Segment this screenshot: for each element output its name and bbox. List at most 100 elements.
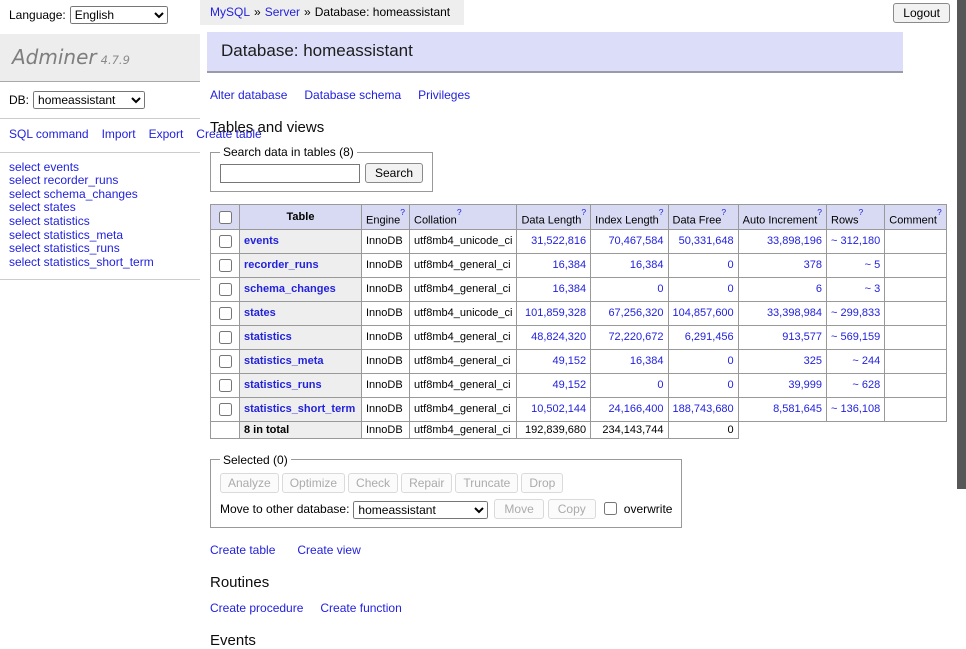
db-select[interactable]: homeassistant [33,91,145,109]
table-name-link[interactable]: statistics_meta [244,355,324,367]
rows-link[interactable]: ~ 136,108 [831,403,880,415]
data-free-link[interactable]: 188,743,680 [673,403,734,415]
rows-link[interactable]: ~ 312,180 [831,235,880,247]
index-length-link[interactable]: 0 [657,379,663,391]
row-checkbox[interactable] [219,259,232,272]
data-length-link[interactable]: 48,824,320 [531,331,586,343]
repair-button[interactable]: Repair [401,473,452,493]
table-name-link[interactable]: states [244,307,276,319]
data-length-help-link[interactable]: ? [581,207,586,217]
auto-increment-help-link[interactable]: ? [817,207,822,217]
check-button[interactable]: Check [348,473,398,493]
data-length-link[interactable]: 10,502,144 [531,403,586,415]
table-select-link[interactable]: select statistics_short_term [9,256,200,270]
export-link[interactable]: Export [149,127,184,141]
row-checkbox[interactable] [219,307,232,320]
index-length-help-link[interactable]: ? [659,207,664,217]
move-button[interactable]: Move [494,499,543,519]
engine-help-link[interactable]: ? [400,207,405,217]
index-length-link[interactable]: 67,256,320 [608,307,663,319]
index-length-link[interactable]: 24,166,400 [608,403,663,415]
auto-increment-link[interactable]: 913,577 [782,331,822,343]
row-checkbox[interactable] [219,235,232,248]
create-procedure-link[interactable]: Create procedure [210,601,303,615]
data-free-link[interactable]: 0 [728,283,734,295]
table-select-link[interactable]: select statistics [9,215,200,229]
language-select[interactable]: English [70,6,168,24]
auto-increment-link[interactable]: 33,398,984 [767,307,822,319]
table-name-link[interactable]: recorder_runs [244,259,319,271]
rows-link[interactable]: ~ 628 [852,379,880,391]
data-free-link[interactable]: 0 [728,355,734,367]
rows-link[interactable]: ~ 3 [865,283,881,295]
data-length-link[interactable]: 101,859,328 [525,307,586,319]
sql-command-link[interactable]: SQL command [9,127,89,141]
search-input[interactable] [220,164,360,183]
rows-link[interactable]: ~ 244 [852,355,880,367]
auto-increment-link[interactable]: 6 [816,283,822,295]
table-select-link[interactable]: select schema_changes [9,188,200,202]
table-name-link[interactable]: events [244,235,279,247]
data-length-link[interactable]: 31,522,816 [531,235,586,247]
table-select-link[interactable]: select statistics_meta [9,229,200,243]
move-database-select[interactable]: homeassistant [353,501,488,519]
data-free-help-link[interactable]: ? [721,207,726,217]
create-table-link[interactable]: Create table [210,543,275,557]
optimize-button[interactable]: Optimize [282,473,345,493]
data-free-link[interactable]: 104,857,600 [673,307,734,319]
auto-increment-link[interactable]: 8,581,645 [773,403,822,415]
copy-button[interactable]: Copy [548,499,596,519]
table-name-link[interactable]: schema_changes [244,283,336,295]
data-length-link[interactable]: 16,384 [552,259,586,271]
data-length-link[interactable]: 49,152 [552,379,586,391]
auto-increment-link[interactable]: 33,898,196 [767,235,822,247]
table-select-link[interactable]: select states [9,201,200,215]
auto-increment-link[interactable]: 378 [804,259,822,271]
table-select-link[interactable]: select statistics_runs [9,242,200,256]
rows-link[interactable]: ~ 5 [865,259,881,271]
index-length-link[interactable]: 16,384 [630,355,664,367]
row-checkbox[interactable] [219,403,232,416]
index-length-link[interactable]: 16,384 [630,259,664,271]
search-button[interactable]: Search [365,163,423,183]
privileges-link[interactable]: Privileges [418,88,470,102]
analyze-button[interactable]: Analyze [220,473,279,493]
comment-help-link[interactable]: ? [937,207,942,217]
index-length-link[interactable]: 0 [657,283,663,295]
adminer-title-link[interactable]: Adminer [12,45,97,69]
table-select-link[interactable]: select events [9,161,200,175]
data-free-link[interactable]: 0 [728,259,734,271]
overwrite-checkbox[interactable] [604,502,617,515]
create-function-link[interactable]: Create function [320,601,401,615]
index-length-link[interactable]: 72,220,672 [608,331,663,343]
table-select-link[interactable]: select recorder_runs [9,174,200,188]
table-name-link[interactable]: statistics_short_term [244,403,355,415]
rows-link[interactable]: ~ 569,159 [831,331,880,343]
data-free-link[interactable]: 0 [728,379,734,391]
import-link[interactable]: Import [102,127,136,141]
data-free-link[interactable]: 6,291,456 [685,331,734,343]
auto-increment-link[interactable]: 39,999 [788,379,822,391]
alter-database-link[interactable]: Alter database [210,88,287,102]
logout-button[interactable]: Logout [893,3,950,23]
rows-link[interactable]: ~ 299,833 [831,307,880,319]
create-view-link[interactable]: Create view [297,543,360,557]
rows-help-link[interactable]: ? [859,207,864,217]
truncate-button[interactable]: Truncate [455,473,518,493]
row-checkbox[interactable] [219,379,232,392]
database-schema-link[interactable]: Database schema [304,88,401,102]
row-checkbox[interactable] [219,283,232,296]
data-length-link[interactable]: 49,152 [552,355,586,367]
table-name-link[interactable]: statistics [244,331,292,343]
drop-button[interactable]: Drop [521,473,563,493]
index-length-link[interactable]: 70,467,584 [608,235,663,247]
select-all-checkbox[interactable] [219,211,232,224]
auto-increment-link[interactable]: 325 [804,355,822,367]
collation-help-link[interactable]: ? [457,207,462,217]
row-checkbox[interactable] [219,331,232,344]
table-name-link[interactable]: statistics_runs [244,379,322,391]
row-checkbox[interactable] [219,355,232,368]
breadcrumb-mysql-link[interactable]: MySQL [210,5,250,19]
overwrite-label[interactable]: overwrite [624,502,673,516]
breadcrumb-server-link[interactable]: Server [265,5,300,19]
